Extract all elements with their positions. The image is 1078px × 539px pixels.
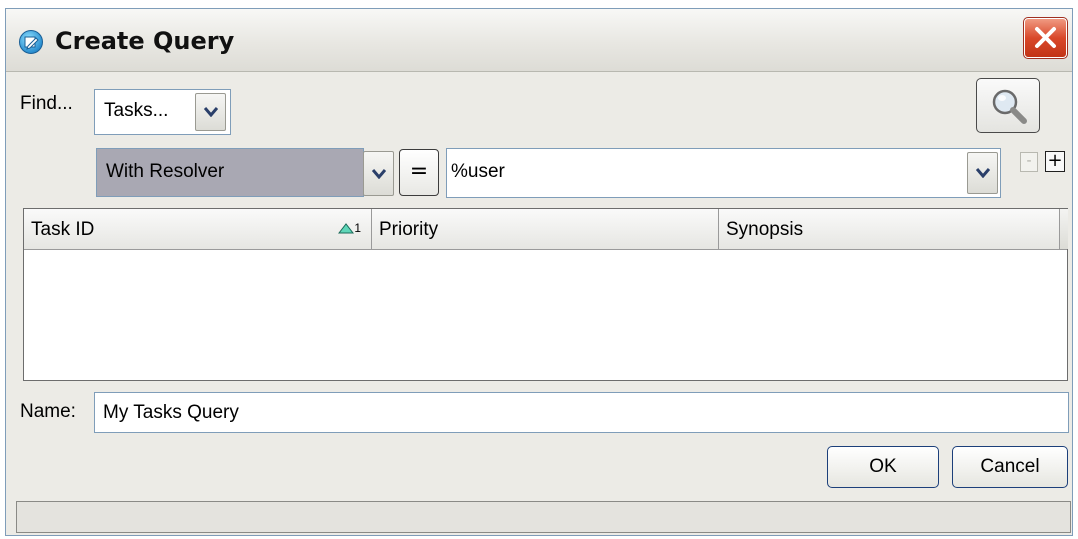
chevron-down-icon (975, 168, 990, 178)
find-label: Find... (20, 93, 73, 114)
header-filler (1059, 209, 1068, 249)
magnifier-icon (992, 89, 1027, 124)
close-icon (1035, 27, 1056, 48)
add-criteria-button[interactable]: + (1045, 151, 1065, 172)
status-bar (16, 501, 1071, 533)
table-header: Task ID 1 Priority Synopsis (24, 209, 1067, 250)
search-button[interactable] (976, 78, 1040, 133)
column-header-priority[interactable]: Priority (372, 209, 719, 249)
criteria-field-dropdown-button[interactable] (363, 151, 394, 196)
query-name-value: My Tasks Query (103, 402, 239, 423)
column-header-task-id[interactable]: Task ID 1 (24, 209, 372, 249)
find-type-dropdown-button[interactable] (195, 93, 226, 131)
column-label: Synopsis (726, 219, 804, 240)
find-type-value: Tasks... (104, 100, 169, 121)
criteria-value-combo[interactable]: %user (446, 148, 1001, 198)
sort-order-number: 1 (354, 221, 361, 235)
column-header-synopsis[interactable]: Synopsis (719, 209, 1059, 249)
operator-button[interactable]: = (399, 149, 439, 196)
sort-ascending-indicator: 1 (338, 221, 361, 235)
criteria-field-dropdown[interactable]: With Resolver (96, 148, 364, 197)
edit-query-icon (19, 30, 43, 54)
find-type-dropdown[interactable]: Tasks... (94, 89, 231, 135)
criteria-value-dropdown-button[interactable] (967, 152, 998, 194)
chevron-down-icon (203, 107, 218, 117)
cancel-button[interactable]: Cancel (952, 446, 1068, 488)
title-bar[interactable]: Create Query (6, 9, 1072, 72)
dialog-title: Create Query (55, 27, 235, 55)
column-label: Task ID (31, 219, 95, 240)
remove-criteria-button[interactable]: - (1020, 152, 1038, 172)
column-label: Priority (379, 219, 439, 240)
chevron-down-icon (371, 168, 386, 179)
criteria-field-value: With Resolver (106, 161, 225, 182)
results-table[interactable]: Task ID 1 Priority Synopsis (23, 208, 1068, 381)
ok-button[interactable]: OK (827, 446, 939, 488)
query-name-input[interactable]: My Tasks Query (94, 392, 1069, 433)
name-label: Name: (20, 401, 76, 422)
criteria-value-text: %user (451, 161, 505, 182)
close-button[interactable] (1023, 17, 1068, 59)
sort-ascending-icon (338, 223, 355, 234)
create-query-dialog: Create Query Find... Tasks... With Resol… (5, 8, 1073, 536)
